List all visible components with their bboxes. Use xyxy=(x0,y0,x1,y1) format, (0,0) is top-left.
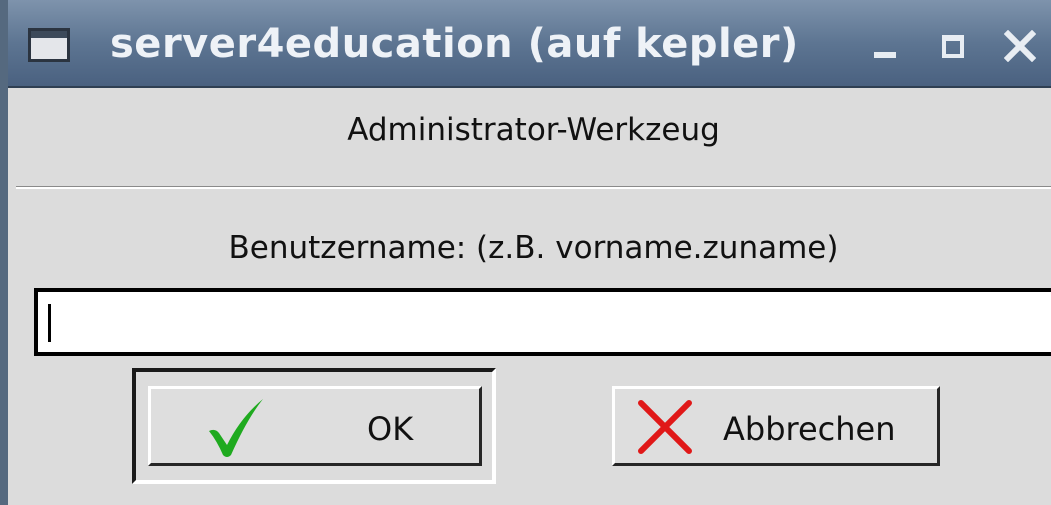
minimize-icon[interactable] xyxy=(868,26,906,64)
maximize-icon[interactable] xyxy=(934,26,972,64)
title-bar[interactable]: server4education (auf kepler) xyxy=(8,0,1051,88)
ok-button[interactable]: OK xyxy=(148,386,482,466)
cross-icon xyxy=(635,397,695,461)
close-icon[interactable] xyxy=(1002,26,1040,64)
username-input[interactable] xyxy=(34,288,1051,356)
dialog-window: server4education (auf kepler) Administra… xyxy=(0,0,1051,505)
dialog-heading: Administrator-Werkzeug xyxy=(347,112,720,148)
ok-label: OK xyxy=(367,410,414,448)
checkmark-icon xyxy=(203,395,269,465)
separator xyxy=(16,186,1051,189)
window-icon[interactable] xyxy=(28,28,70,62)
window-title: server4education (auf kepler) xyxy=(110,21,799,67)
cancel-label: Abbrechen xyxy=(723,410,896,448)
cancel-button[interactable]: Abbrechen xyxy=(612,386,940,466)
username-label: Benutzername: (z.B. vorname.zuname) xyxy=(228,230,839,266)
text-caret xyxy=(48,304,51,342)
